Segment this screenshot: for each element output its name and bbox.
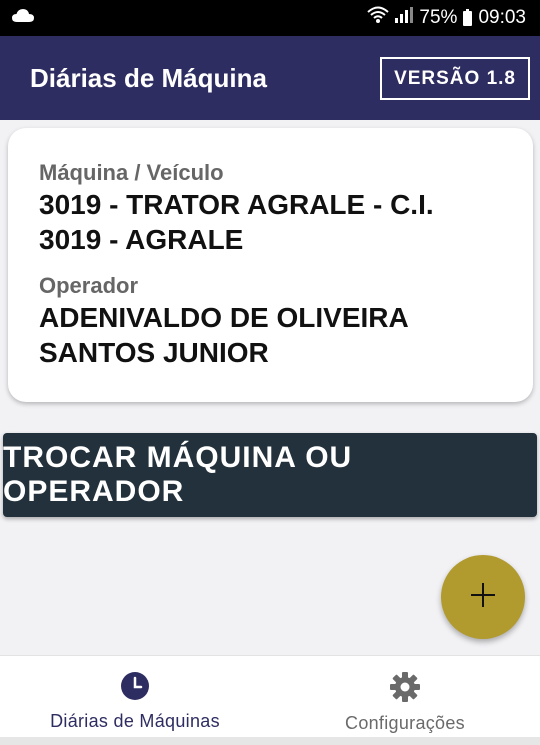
gear-icon	[390, 672, 420, 707]
plus-icon	[471, 582, 495, 612]
machine-operator-card: Máquina / Veículo 3019 - TRATOR AGRALE -…	[8, 128, 533, 402]
nav-item-diarias[interactable]: Diárias de Máquinas	[0, 656, 270, 738]
bottom-nav: Diárias de Máquinas Configurações	[0, 655, 540, 738]
battery-icon	[463, 8, 473, 26]
battery-percent: 75%	[419, 7, 458, 28]
cloud-icon	[12, 8, 34, 28]
wifi-icon	[367, 6, 390, 30]
system-nav-strip	[0, 737, 540, 745]
status-indicators: 75% 09:03	[367, 6, 526, 30]
signal-icon	[395, 7, 414, 29]
nav-label-configuracoes: Configurações	[345, 713, 465, 733]
version-button[interactable]: VERSÃO 1.8	[380, 56, 530, 100]
nav-label-diarias: Diárias de Máquinas	[50, 711, 220, 731]
machine-value: 3019 - TRATOR AGRALE - C.I. 3019 - AGRAL…	[39, 189, 434, 255]
swap-machine-operator-button[interactable]: TROCAR MÁQUINA OU OPERADOR	[3, 433, 537, 517]
add-button[interactable]	[441, 555, 525, 639]
clock-time: 09:03	[478, 7, 526, 28]
status-bar: 75% 09:03	[0, 0, 540, 36]
operator-value: ADENIVALDO DE OLIVEIRA SANTOS JUNIOR	[39, 302, 408, 368]
machine-label: Máquina / Veículo	[39, 160, 224, 185]
page-title: Diárias de Máquina	[30, 62, 267, 93]
app-bar: Diárias de Máquina VERSÃO 1.8	[0, 36, 540, 120]
nav-item-configuracoes[interactable]: Configurações	[270, 656, 540, 738]
operator-label: Operador	[39, 273, 139, 298]
clock-icon	[121, 672, 149, 705]
